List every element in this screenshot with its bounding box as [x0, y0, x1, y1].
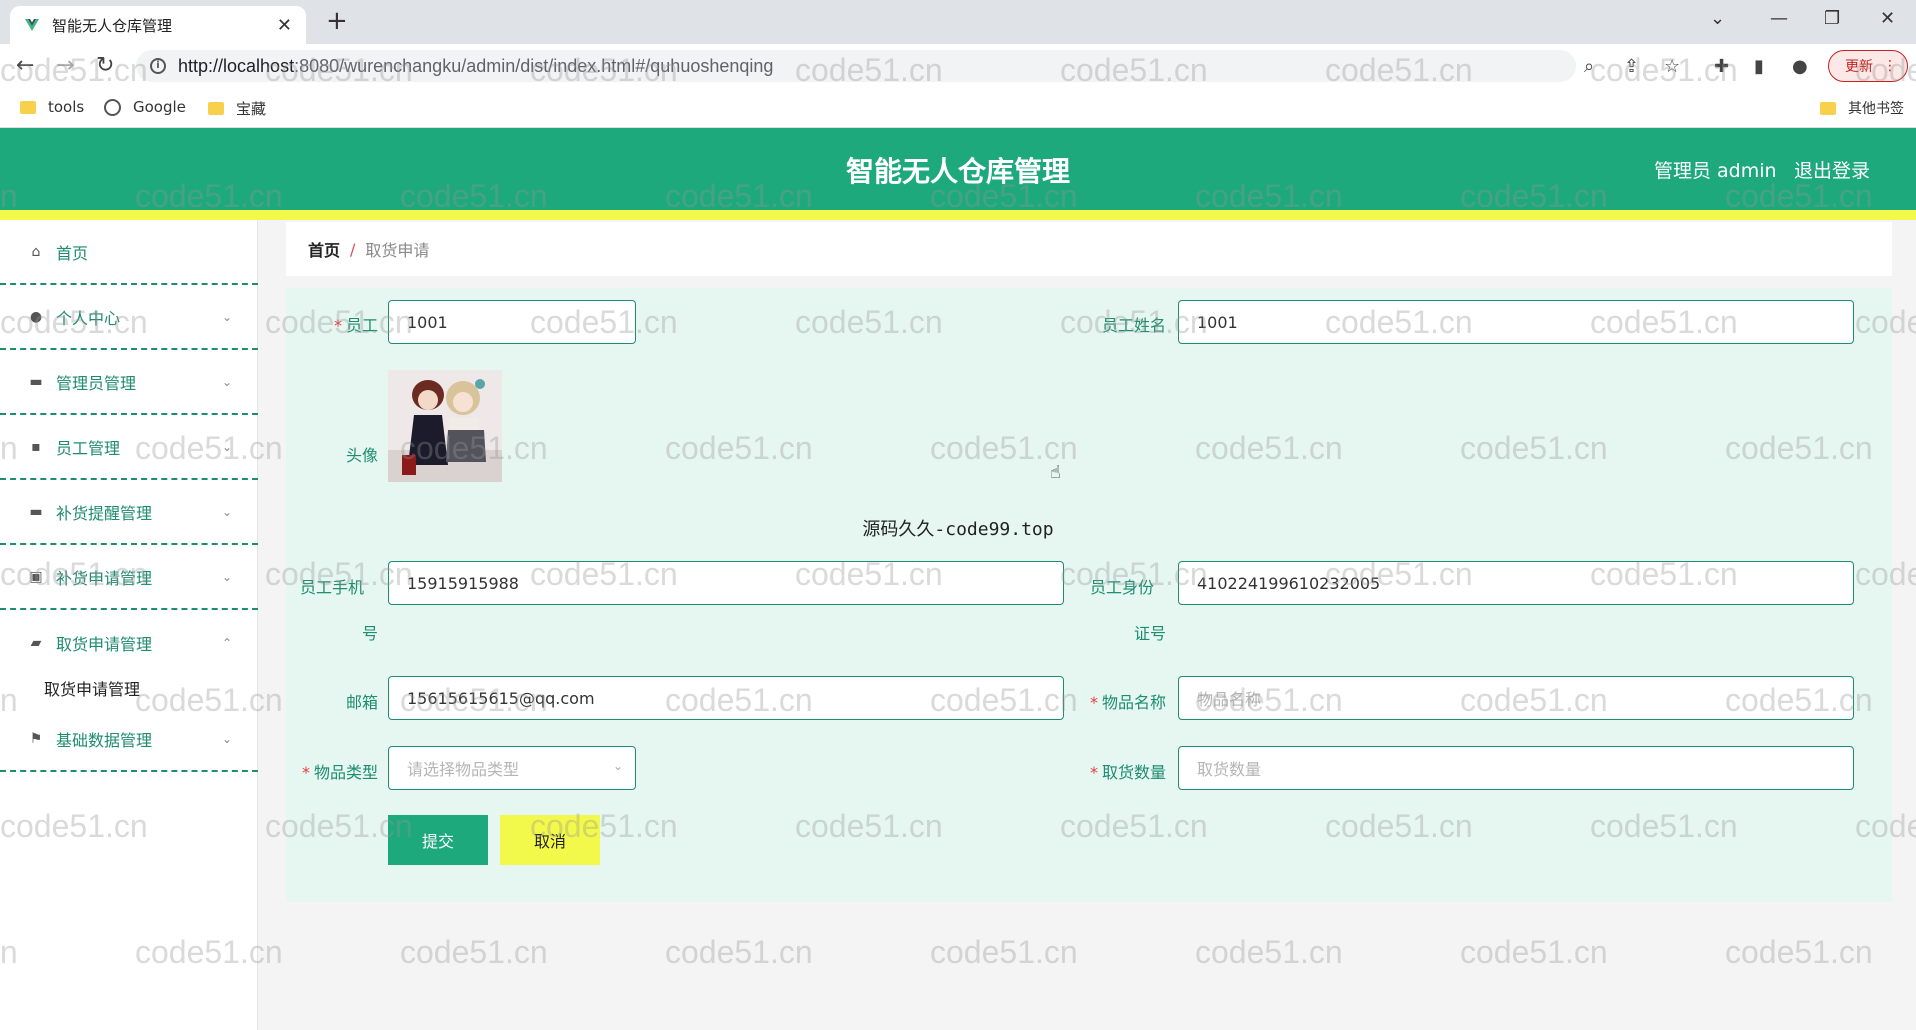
extensions-icon[interactable]: ✚: [1714, 56, 1729, 77]
folder-icon: [208, 102, 224, 115]
globe-icon: [104, 98, 121, 116]
bookmark-tools[interactable]: tools: [20, 98, 84, 116]
person-icon: ●: [29, 308, 43, 325]
avatar-image[interactable]: [388, 370, 502, 482]
app-title: 智能无人仓库管理: [845, 155, 1070, 188]
id-number-field[interactable]: 410224199610232005: [1178, 561, 1854, 605]
source-note: 源码久久-code99.top: [862, 519, 1054, 540]
watermark-text: code51.cn: [1460, 934, 1608, 970]
vue-logo-icon: [24, 17, 40, 33]
breadcrumb: 首页 / 取货申请: [286, 222, 1892, 276]
flag-icon: ⚑: [29, 730, 43, 747]
quantity-input[interactable]: 取货数量: [1178, 746, 1854, 790]
watermark-text: code51.cn: [665, 934, 813, 970]
item-type-label: * 物品类型: [301, 763, 378, 782]
header-accent-bar: [0, 210, 1916, 220]
phone-label: 员工手机 号: [300, 578, 378, 643]
tab-title: 智能无人仓库管理: [52, 16, 173, 35]
url-input[interactable]: i http://localhost:8080/wurenchangku/adm…: [136, 50, 1576, 82]
phone-field[interactable]: 15915915988: [388, 561, 1064, 605]
employee-label: * 员工: [333, 316, 378, 335]
chevron-down-icon: ⌄: [221, 439, 232, 454]
form-icon: ▣: [29, 568, 43, 585]
zoom-icon[interactable]: ⌕: [1584, 56, 1594, 77]
more-icon: ⋮: [1883, 58, 1897, 74]
avatar-label: 头像: [345, 446, 378, 465]
star-icon[interactable]: ☆: [1664, 56, 1680, 77]
profile-icon[interactable]: ●: [1792, 56, 1808, 77]
browser-tab[interactable]: 智能无人仓库管理 ✕: [10, 6, 306, 44]
home-icon: ⌂: [31, 243, 41, 260]
reload-icon[interactable]: ↻: [96, 52, 114, 80]
quantity-label: * 取货数量: [1089, 763, 1166, 782]
watermark-text: code51.cn: [1725, 934, 1873, 970]
chevron-down-icon: ⌄: [221, 309, 232, 324]
bookmark-other[interactable]: 其他书签: [1820, 98, 1904, 118]
employee-name-label: 员工姓名: [1101, 316, 1166, 335]
watermark-text: code51.cn: [1195, 934, 1343, 970]
back-icon[interactable]: ←: [16, 52, 34, 80]
briefcase-icon: ▬: [29, 373, 43, 390]
sidebar-item-restock-request[interactable]: ▣ 补货申请管理 ⌄: [0, 545, 258, 610]
chat-icon: ▪: [31, 438, 41, 455]
sidepanel-icon[interactable]: ▮: [1754, 56, 1764, 77]
chevron-down-icon: ⌄: [612, 759, 623, 773]
restore-icon[interactable]: ❐: [1824, 8, 1840, 29]
submit-button[interactable]: 提交: [388, 815, 488, 865]
email-label: 邮箱: [345, 693, 378, 712]
url-text: http://localhost:8080/wurenchangku/admin…: [178, 55, 774, 76]
sidebar-item-admin[interactable]: ▬ 管理员管理 ⌄: [0, 350, 258, 415]
browser-tab-bar: 智能无人仓库管理 ✕ + ⌄ — ❐ ✕: [0, 0, 1916, 44]
breadcrumb-home[interactable]: 首页: [308, 237, 340, 261]
employee-field[interactable]: 1001: [388, 300, 636, 344]
close-window-icon[interactable]: ✕: [1880, 8, 1895, 29]
item-type-select[interactable]: 请选择物品类型 ⌄: [388, 746, 636, 790]
item-name-label: * 物品名称: [1089, 693, 1166, 712]
breadcrumb-current: 取货申请: [365, 241, 430, 260]
email-field[interactable]: 15615615615@qq.com: [388, 676, 1064, 720]
bookmark-baozang[interactable]: 宝藏: [208, 98, 266, 119]
watermark-text: code51.cn: [400, 934, 548, 970]
id-number-label: 员工身份 证号: [1090, 578, 1166, 643]
chevron-down-icon: ⌄: [221, 374, 232, 389]
sidebar: ⌂ 首页 ● 个人中心 ⌄ ▬ 管理员管理 ⌄ ▪ 员工管理 ⌄ ▬ 补货提醒管…: [0, 220, 258, 1030]
new-tab-icon[interactable]: +: [326, 6, 348, 36]
app-header: 智能无人仓库管理 管理员 admin 退出登录: [0, 128, 1916, 210]
chevron-down-icon: ⌄: [221, 569, 232, 584]
sidebar-item-basic-data[interactable]: ⚑ 基础数据管理 ⌄: [0, 707, 258, 772]
bookmark-google[interactable]: Google: [104, 98, 186, 116]
breadcrumb-separator: /: [350, 239, 356, 259]
share-icon[interactable]: ⇪: [1624, 56, 1639, 77]
site-info-icon[interactable]: i: [150, 58, 166, 74]
bookmarks-bar: tools Google 宝藏 其他书签: [0, 88, 1916, 128]
truck-icon: ▰: [30, 634, 42, 651]
cancel-button[interactable]: 取消: [500, 815, 600, 865]
item-name-input[interactable]: 物品名称: [1178, 676, 1854, 720]
sidebar-item-personal-center[interactable]: ● 个人中心 ⌄: [0, 285, 258, 350]
folder-icon: [20, 100, 36, 114]
chevron-down-icon: ⌄: [221, 731, 232, 746]
forward-icon[interactable]: →: [56, 52, 74, 80]
current-user: 管理员 admin: [1654, 160, 1777, 182]
employee-name-field[interactable]: 1001: [1178, 300, 1854, 344]
hand-cursor-icon: ☝: [1050, 462, 1061, 483]
update-button[interactable]: 更新 ⋮: [1828, 50, 1908, 82]
submenu-pickup-request-manage[interactable]: 取货申请管理: [44, 676, 140, 700]
address-bar-row: ← → ↻ i http://localhost:8080/wurenchang…: [0, 44, 1916, 88]
sidebar-item-pickup-request[interactable]: ▰ 取货申请管理 ⌃: [0, 610, 258, 675]
tab-search-icon[interactable]: ⌄: [1710, 8, 1725, 29]
folder-icon: [1820, 101, 1836, 115]
sidebar-item-home[interactable]: ⌂ 首页: [0, 220, 258, 285]
logout-link[interactable]: 退出登录: [1794, 156, 1870, 183]
minimize-icon[interactable]: —: [1770, 8, 1788, 29]
sidebar-item-employee[interactable]: ▪ 员工管理 ⌄: [0, 415, 258, 480]
chevron-up-icon: ⌃: [221, 635, 232, 650]
watermark-text: code51.cn: [930, 934, 1078, 970]
close-tab-icon[interactable]: ✕: [277, 15, 292, 36]
